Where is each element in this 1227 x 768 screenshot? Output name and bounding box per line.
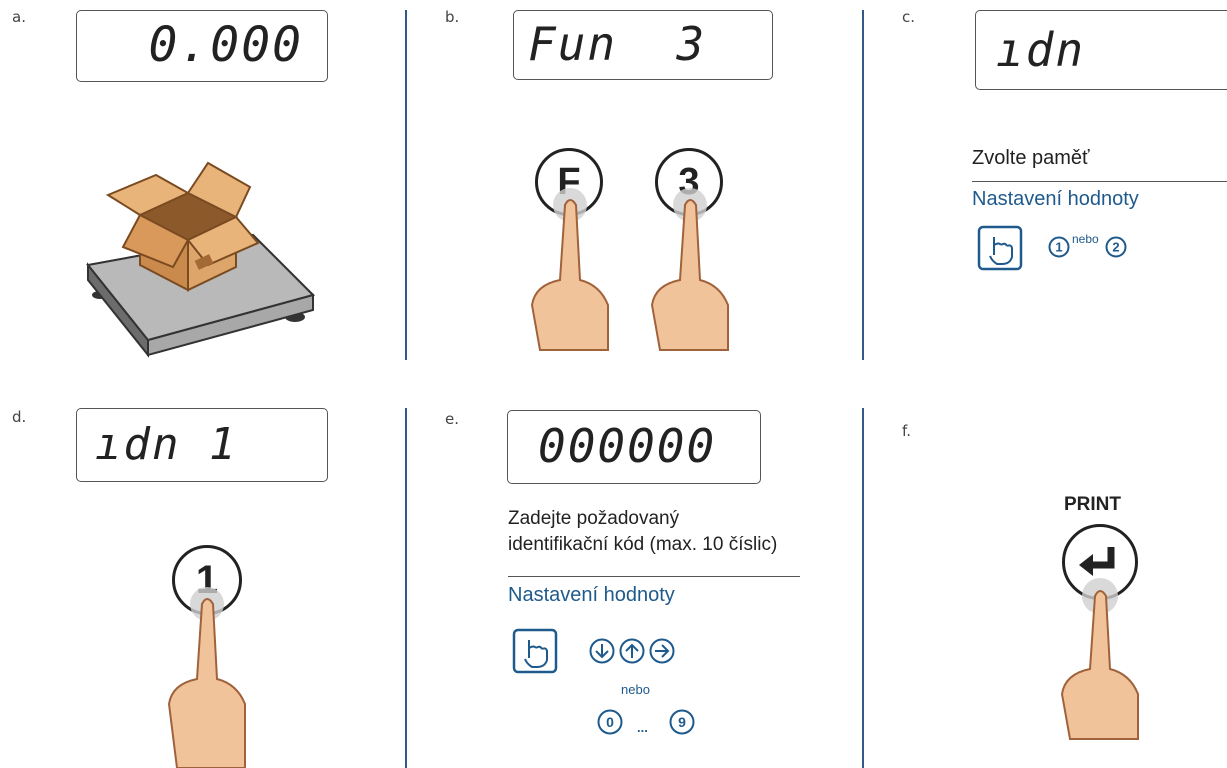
finger-press-icon (167, 587, 246, 768)
separator-bottom-right (862, 408, 864, 768)
display-a-value: 0.000 (148, 17, 303, 73)
instruction-c: Zvolte paměť (972, 147, 1090, 169)
finger-press-icon (1060, 578, 1139, 740)
step-d-label: d. (12, 408, 27, 426)
separator-top-right (862, 10, 864, 360)
instruction-e-line2: identifikační kód (max. 10 číslic) (508, 534, 778, 555)
separator-bottom-left (405, 408, 407, 768)
display-d-value: ıdn 1 (95, 419, 238, 470)
scale-with-box-illustration (86, 161, 315, 358)
touch-icon (512, 628, 558, 674)
step-e-label: e. (445, 410, 459, 428)
step-b-label: b. (445, 8, 460, 26)
key-0-icon-label: 0 (606, 714, 614, 730)
step-c-label: c. (902, 8, 916, 26)
key-2-icon-label: 2 (1112, 240, 1119, 255)
display-c-value: ıdn (996, 23, 1086, 77)
display-d: ıdn 1 (76, 408, 328, 482)
display-b: Fun 3 (513, 10, 773, 80)
key-1-icon-label: 1 (1055, 240, 1062, 255)
key-9-icon-label: 9 (678, 714, 686, 730)
step-a-label: a. (12, 8, 26, 26)
instruction-e-line1: Zadejte požadovaný (508, 508, 680, 529)
key-2-icon: 2 (1105, 236, 1127, 258)
subheading-e: Nastavení hodnoty (508, 584, 675, 606)
print-key-label: PRINT (1064, 494, 1121, 515)
arrow-right-circle-icon (649, 638, 675, 664)
finger-press-icon (650, 188, 729, 351)
separator-top-left (405, 10, 407, 360)
display-e: 000000 (507, 410, 761, 484)
divider-c (972, 181, 1227, 182)
key-1-icon: 1 (1048, 236, 1070, 258)
key-0-icon: 0 (597, 709, 623, 735)
display-b-value: Fun 3 (528, 17, 707, 71)
subheading-c: Nastavení hodnoty (972, 188, 1139, 210)
step-f-label: f. (902, 422, 911, 440)
display-a: 0.000 (76, 10, 328, 82)
key-9-icon: 9 (669, 709, 695, 735)
finger-press-icon (530, 188, 609, 351)
arrow-up-circle-icon (619, 638, 645, 664)
ellipsis-e: ... (637, 720, 648, 735)
arrow-down-circle-icon (589, 638, 615, 664)
display-e-value: 000000 (538, 419, 717, 473)
touch-icon (977, 225, 1023, 271)
display-c: ıdn (975, 10, 1227, 90)
or-label-c: nebo (1072, 232, 1099, 246)
or-label-e: nebo (621, 682, 650, 697)
divider-e (508, 576, 800, 577)
